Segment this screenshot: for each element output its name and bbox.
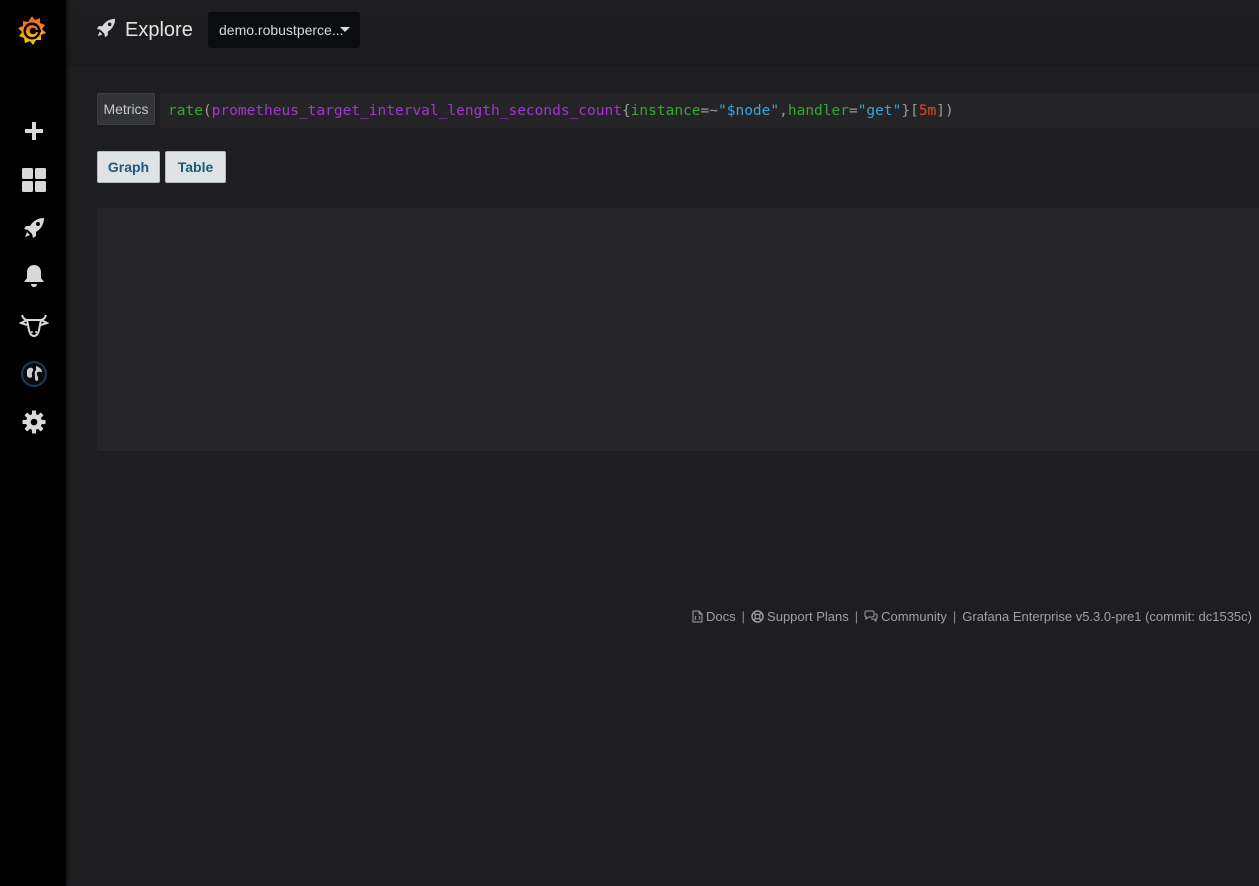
query-token-paren: ) [945,102,954,119]
page-title: Explore [96,16,193,44]
plus-icon[interactable] [17,114,50,147]
query-token-comma: , [779,102,788,119]
comments-icon [864,610,878,622]
footer-separator: | [952,608,957,624]
datasource-name: demo.robustperce... [219,22,344,38]
query-token-string: "$node" [718,102,780,119]
query-token-operator: = [848,102,858,119]
community-link[interactable]: Community [864,609,947,624]
datasource-picker[interactable]: demo.robustperce... [208,12,360,48]
file-code-icon [692,610,703,623]
query-token-duration: 5m [918,102,937,119]
footer-separator: | [854,608,859,624]
graph-button[interactable]: Graph [97,151,160,183]
gear-icon[interactable] [17,405,50,438]
query-token-paren: ( [202,102,212,119]
page-title-text: Explore [125,18,193,41]
rocket-icon [96,18,116,43]
docs-link-label: Docs [706,608,736,624]
app-root: Explore demo.robustperce... Metrics rate… [0,0,1259,886]
query-input[interactable]: rate(prometheus_target_interval_length_s… [160,93,1259,128]
query-token-function: rate [168,102,203,119]
bell-icon[interactable] [17,259,50,292]
query-token-operator: =~ [700,102,719,119]
query-token-metric: prometheus_target_interval_length_second… [211,102,622,119]
footer: Docs | Support Plans | Community | Grafa… [692,606,1252,626]
grid-icon[interactable] [17,163,50,196]
query-token-label: instance [630,102,701,119]
caret-down-icon [340,27,350,32]
version-info: Grafana Enterprise v5.3.0-pre1 (commit: … [962,608,1252,624]
support-plans-link[interactable]: Support Plans [751,609,849,624]
cow-icon[interactable] [17,308,50,341]
query-token-label: handler [787,102,849,119]
explore-main: Explore demo.robustperce... Metrics rate… [66,0,1259,886]
query-row: Metrics rate(prometheus_target_interval_… [97,93,1259,128]
community-label: Community [881,608,947,624]
docs-link[interactable]: Docs [692,609,736,624]
footer-separator: | [741,608,746,624]
query-token-string: "get" [857,102,902,119]
query-label: Metrics [97,93,155,125]
query-token-brace: { [621,102,631,119]
sidebar [0,0,66,886]
life-ring-icon [751,609,764,623]
support-plans-label: Support Plans [767,608,849,624]
query-token-bracket: ] [936,102,946,119]
query-token-bracket: [ [910,102,919,119]
graph-panel [97,208,1259,451]
globe-avatar-icon[interactable] [17,357,50,390]
query-token-brace: } [901,102,911,119]
table-button[interactable]: Table [165,151,226,183]
grafana-logo-icon[interactable] [13,12,51,50]
navbar: Explore demo.robustperce... [66,0,1259,66]
rocket-icon[interactable] [17,211,50,244]
